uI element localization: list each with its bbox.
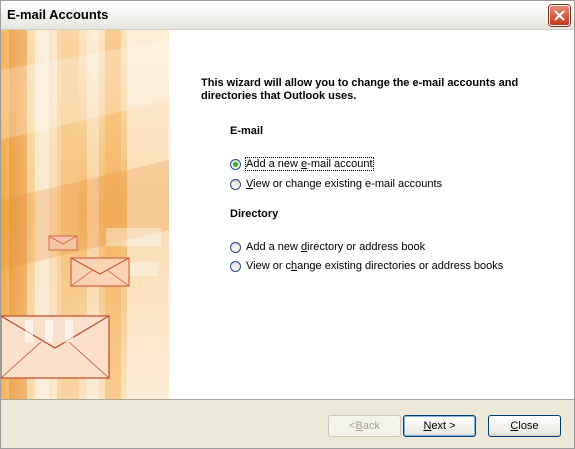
radio-add-email-account[interactable]: Add a new e-mail account xyxy=(230,156,374,172)
radio-add-directory-label[interactable]: Add a new directory or address book xyxy=(246,241,425,253)
envelope-medium-icon xyxy=(70,257,130,287)
next-button[interactable]: Next > xyxy=(403,415,476,437)
close-window-button[interactable] xyxy=(549,5,570,26)
title-bar[interactable]: E-mail Accounts xyxy=(1,1,574,30)
window-title: E-mail Accounts xyxy=(7,7,109,22)
radio-view-change-email-accounts-label[interactable]: View or change existing e-mail accounts xyxy=(246,178,442,190)
email-accounts-dialog: E-mail Accounts This wizard will allow y… xyxy=(0,0,575,449)
radio-view-change-directories[interactable]: View or change existing directories or a… xyxy=(230,258,503,274)
radio-view-change-email-accounts-button[interactable] xyxy=(230,178,241,190)
radio-view-change-directories-label[interactable]: View or change existing directories or a… xyxy=(246,260,503,272)
wizard-content: This wizard will allow you to change the… xyxy=(169,30,574,399)
back-button[interactable]: < Back xyxy=(328,415,401,437)
radio-add-directory[interactable]: Add a new directory or address book xyxy=(230,239,425,255)
envelope-large-icon xyxy=(1,315,110,379)
envelope-small-icon xyxy=(48,235,78,251)
radio-add-directory-button[interactable] xyxy=(230,241,241,253)
close-icon xyxy=(554,10,565,21)
wizard-side-graphic xyxy=(1,30,169,399)
radio-view-change-email-accounts[interactable]: View or change existing e-mail accounts xyxy=(230,176,442,192)
radio-view-change-directories-button[interactable] xyxy=(230,260,241,272)
wizard-footer: < Back Next > Close xyxy=(1,399,574,448)
envelopes-graphic xyxy=(1,30,169,399)
directory-section-label: Directory xyxy=(230,208,279,220)
wizard-intro-text: This wizard will allow you to change the… xyxy=(201,77,519,102)
close-button[interactable]: Close xyxy=(488,415,561,437)
email-section-label: E-mail xyxy=(230,125,264,137)
radio-add-email-account-button[interactable] xyxy=(230,158,241,170)
radio-add-email-account-label[interactable]: Add a new e-mail account xyxy=(245,157,374,171)
